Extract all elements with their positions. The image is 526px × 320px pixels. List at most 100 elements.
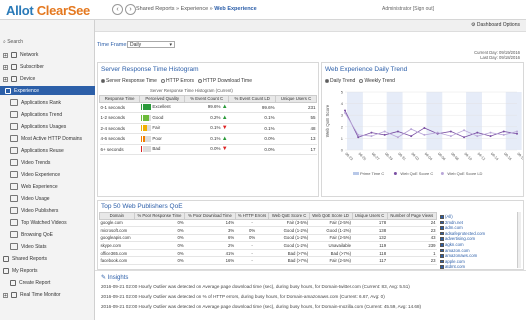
expand-icon[interactable]: + [3,76,8,82]
y-tick-label: 1 [341,136,344,141]
x-tick-label: 09-10 [463,152,472,161]
domain-cell: microsoft.com [99,226,135,235]
checkbox-icon[interactable] [440,254,444,258]
domain-list-scrollbar[interactable] [517,212,521,268]
qoe-score-c-cell: Good (1-2%) [268,241,310,250]
sidebar-subitem[interactable]: Video Stats [10,243,46,250]
sidebar-subitem[interactable]: Applications Usages [10,123,66,130]
column-header[interactable]: % Event Count LD [228,95,277,103]
data-point [489,131,492,134]
checkbox-icon[interactable] [440,248,444,253]
data-point [449,130,452,133]
column-header[interactable]: % Event Count C [184,95,230,103]
domain-filter-label: atdmt.com [445,264,466,270]
y-tick-label: 2 [341,124,344,129]
sidebar-subitem[interactable]: Top Watched Videos [10,219,67,226]
table-row[interactable]: facebook.com 0% 16% - Bad (>7%) Fair (2-5%) 11… [99,256,437,266]
checkbox-icon[interactable] [440,220,444,225]
admin-signout-link[interactable]: Administrator [Sign out] [382,6,434,12]
dashboard-options-button[interactable]: ⚙ Dashboard Options [471,22,520,28]
domain-filter-label: adm.com [445,225,463,231]
x-tick-label: 08-25 [358,152,367,161]
column-header[interactable]: Response Time [98,95,141,103]
sidebar-item-device[interactable]: + Device [3,76,35,82]
top50-table: Domain% Poor Response Time% Poor Downloa… [99,212,438,266]
data-point [410,128,413,131]
domain-filter-label: (All) [445,214,453,219]
qoe-score-c-cell: Bad (>7%) [268,249,310,258]
back-icon[interactable]: ‹ [112,4,123,15]
x-tick-label: 09-18 [516,152,523,161]
current-day-info: Current Day: 09/19/2016 Last Day: 09/18/2… [474,50,520,60]
insights-panel: ✎ Insights 2016-09-21 02:00 Hourly Outli… [95,270,526,320]
expand-icon[interactable]: + [3,64,8,70]
time-frame-select[interactable]: Daily ▾ [127,41,175,48]
data-point [383,130,386,133]
expand-icon[interactable]: + [3,52,8,58]
column-header[interactable]: Unique Users C [275,95,317,103]
radio-server-response[interactable]: Server Response Time [101,78,157,84]
radio-weekly-trend[interactable]: Weekly Trend [359,78,395,84]
checkbox-icon[interactable] [440,259,444,264]
column-header[interactable]: Perceived Quality [139,95,186,103]
data-point [396,130,399,133]
table-row[interactable]: office365.com 0% 41% - Bad (>7%) Bad (>7%) 118… [99,249,437,258]
quality-bars [140,104,152,111]
sidebar-item-create-report[interactable]: Create Report [10,280,50,286]
table-row[interactable]: microsoft.com 0% 3% 0% Good (1-2%) Good (1-2%… [99,226,437,235]
data-point [357,133,360,136]
quality-label: Good [151,115,164,121]
y-tick-label: 0 [341,148,344,153]
sidebar-item-shared-reports[interactable]: Shared Reports [3,256,47,262]
forward-icon[interactable]: › [125,4,136,15]
sidebar-subitem[interactable]: Video Publishers [10,207,58,214]
unique-users-cell: 118 [352,249,388,258]
sidebar-subitem[interactable]: Applications Reuse [10,147,64,154]
report-icon [10,171,18,178]
sidebar-subitem[interactable]: Video Usage [10,195,50,202]
quality-bars [140,146,152,153]
sidebar-subitem[interactable]: Applications Rank [10,99,61,106]
sidebar-item-my-reports[interactable]: My Reports [3,268,38,274]
radio-http-errors[interactable]: HTTP Errors [161,78,194,84]
sidebar-item-real-time-monitor[interactable]: + Real Time Monitor [3,292,61,298]
report-icon [10,123,18,130]
folder-icon [3,268,9,274]
sidebar-item-network[interactable]: + Network [3,52,38,58]
sidebar-subitem[interactable]: Browsing QoE [10,231,53,238]
sidebar-item-experience[interactable]: Experience [0,86,95,95]
insights-icon: ✎ [101,275,107,281]
sidebar-item-subscriber[interactable]: + Subscriber [3,64,44,70]
checkbox-icon[interactable] [440,237,444,241]
checkbox-icon[interactable] [440,215,444,219]
table-row[interactable]: google.com 0% 14% - Fair (3-5%) Fair (2-5%) 17… [99,219,437,228]
table-row: 6+ seconds Bad 0.0% ▼ 0.0% 17 [99,144,317,156]
sidebar-subitem-web-experience[interactable]: Web Experience [10,183,58,190]
radio-daily-trend[interactable]: Daily Trend [325,78,355,84]
event-count-c-cell: 99.6% ▲ [184,102,229,114]
domain-cell: skype.com [99,241,135,250]
insight-row: 2016-09-21 02:00 Hourly Outlier was dete… [101,294,385,299]
table-row[interactable]: skype.com 0% 2% - Good (1-2%) Unavailable 119 2… [99,241,437,250]
qoe-score-c-cell: Fair (3-5%) [268,219,310,228]
checkbox-icon[interactable] [440,231,444,236]
data-point [502,133,505,136]
radio-http-download[interactable]: HTTP Download Time [198,78,252,84]
sidebar-subitem[interactable]: Applications Trend [10,111,62,118]
table-row[interactable]: googleapis.com 0% 6% 0% Good (1-2%) Fair (2-5… [99,234,437,243]
checkbox-icon[interactable] [440,243,444,247]
sidebar-subitem[interactable]: Video Experience [10,171,60,178]
quality-label: Excellent [151,104,171,110]
checkbox-icon[interactable] [440,226,444,230]
table-row: 4-6 seconds Poor 0.1% ▲ 0.0% 13 [99,133,317,145]
poor-download-cell: 6% [184,234,236,243]
folder-icon [3,256,9,262]
search-link[interactable]: ⌕ Search [3,39,23,45]
expand-icon[interactable]: + [3,292,8,298]
checkbox-icon[interactable] [440,265,444,269]
sidebar-subitem[interactable]: Video Trends [10,159,50,166]
x-tick-label: 09-14 [490,152,499,161]
sidebar-subitem[interactable]: Most Active HTTP Domains [10,135,82,142]
allot-logo[interactable]: Allot ClearSee [6,3,90,18]
histogram-radio-group: Server Response Time HTTP Errors HTTP Do… [101,78,252,84]
